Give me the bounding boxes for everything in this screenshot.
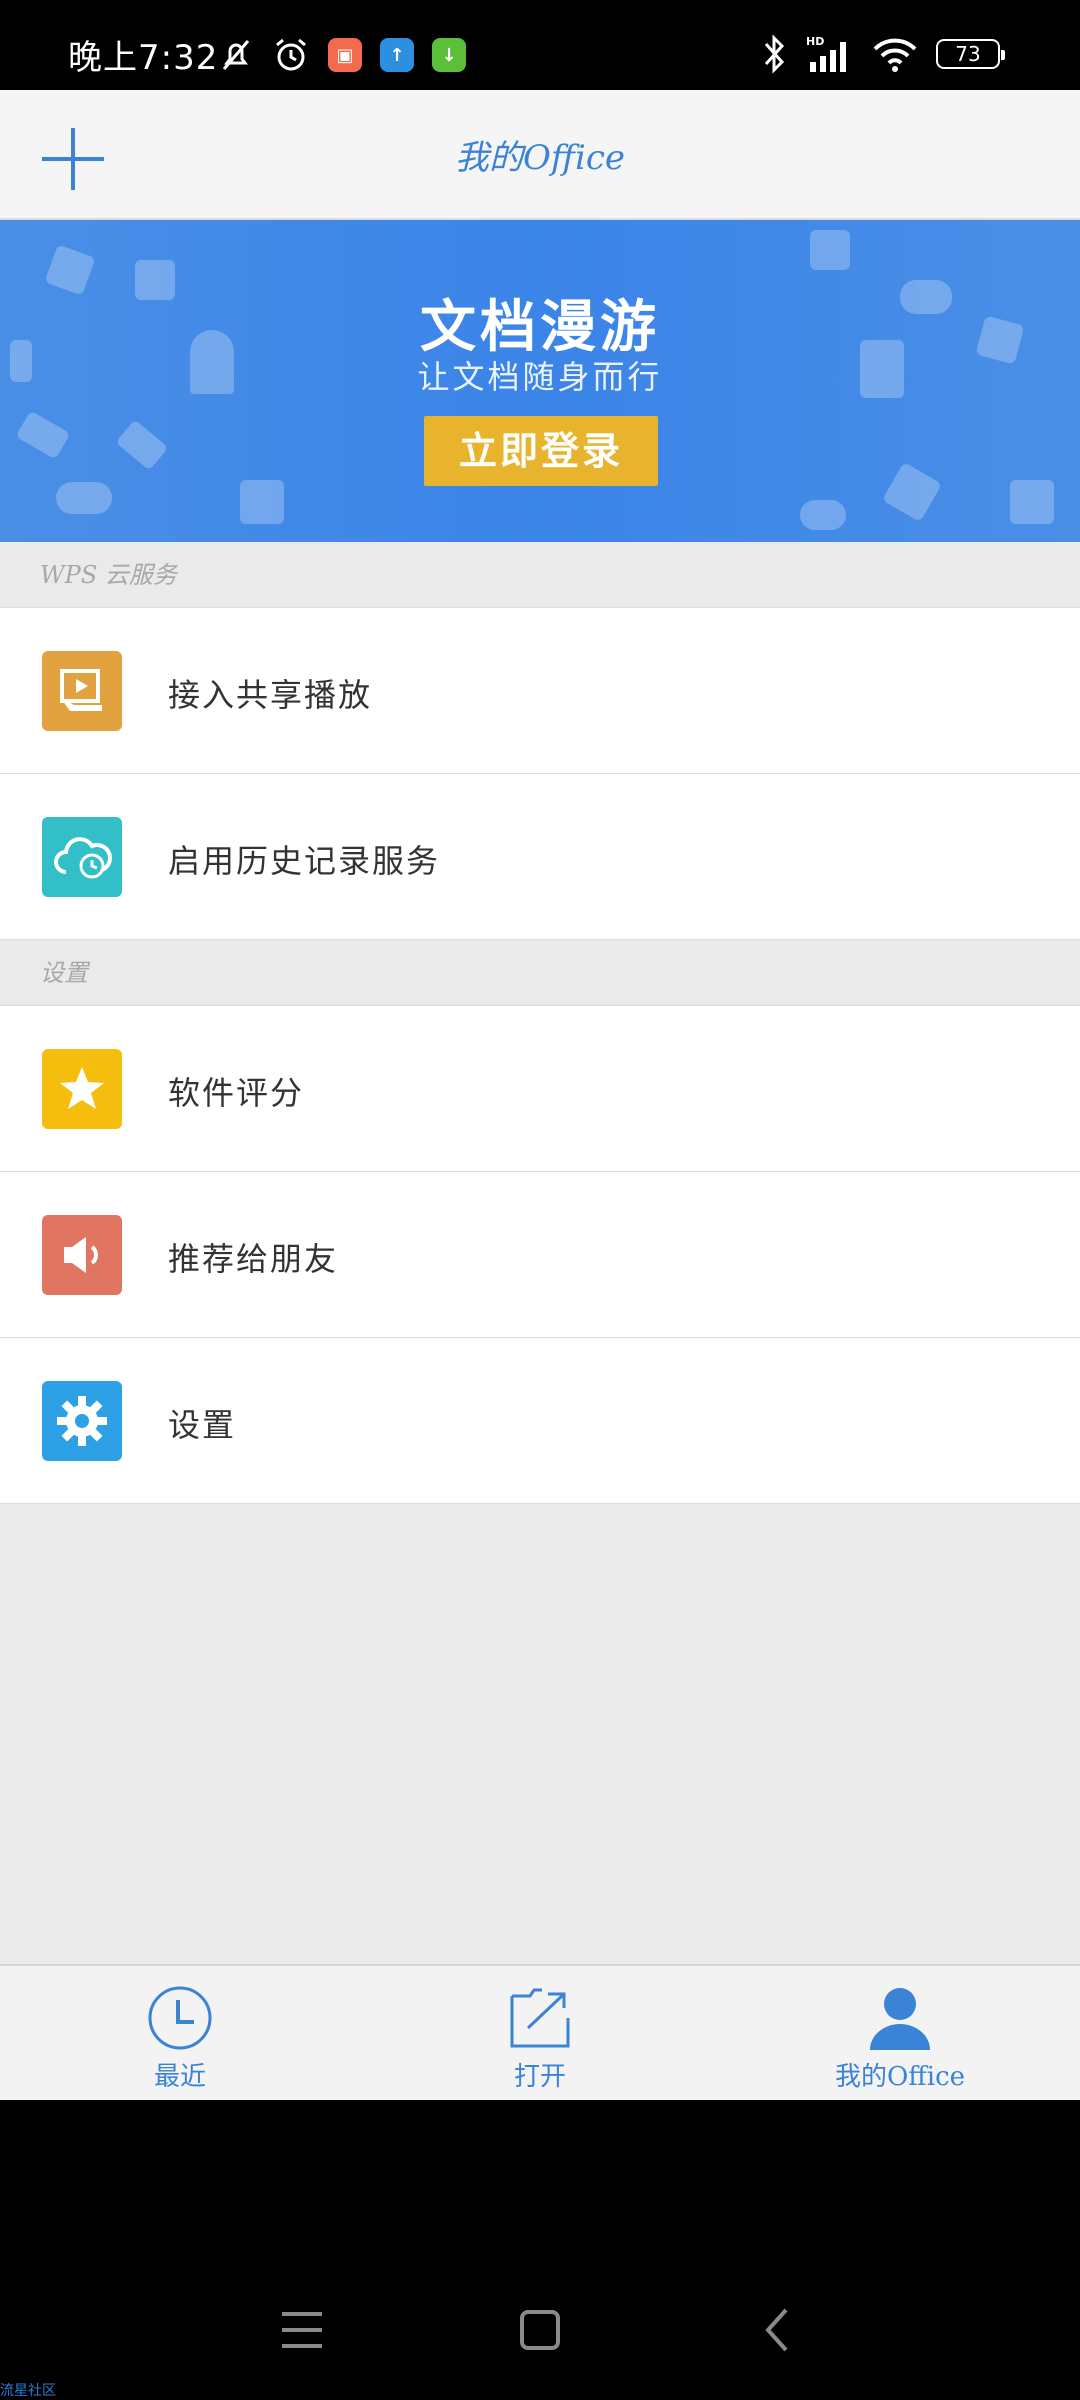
list-item-label: 启用历史记录服务 [168, 842, 441, 880]
bluetooth-icon [764, 34, 785, 74]
battery-indicator: 73 [936, 39, 1005, 69]
alarm-icon [276, 38, 306, 71]
login-button[interactable]: 立即登录 [424, 416, 658, 486]
list-item-share-play[interactable]: 接入共享播放 [0, 608, 1080, 774]
status-notification-icons: ▣ ↑ ↓ [218, 36, 466, 74]
upload-notification-icon: ↑ [380, 38, 414, 72]
banner-title: 文档漫游 [420, 295, 660, 360]
bottom-navigation: 最近 打开 我的Office [0, 1964, 1080, 2100]
banner-decoration-icon [115, 419, 169, 471]
list-item-label: 推荐给朋友 [168, 1240, 339, 1278]
nav-item-recent[interactable]: 最近 [60, 1966, 300, 2102]
banner-decoration-icon [800, 500, 846, 530]
list-item-label: 软件评分 [168, 1074, 305, 1112]
status-system-icons: HD 73 [762, 34, 1005, 74]
banner-decoration-icon [881, 461, 943, 523]
banner-decoration-icon [240, 480, 284, 524]
clock-icon [148, 1986, 212, 2050]
section-header-cloud: WPS 云服务 [0, 542, 1080, 608]
share-play-icon [42, 651, 122, 731]
list-item-rate-app[interactable]: 软件评分 [0, 1006, 1080, 1172]
star-icon [42, 1049, 122, 1129]
section-header-settings: 设置 [0, 940, 1080, 1006]
list-item-recommend[interactable]: 推荐给朋友 [0, 1172, 1080, 1338]
list-item-settings[interactable]: 设置 [0, 1338, 1080, 1504]
status-time: 晚上7:32 [68, 38, 219, 78]
banner-decoration-icon [810, 230, 850, 270]
list-item-history-service[interactable]: 启用历史记录服务 [0, 774, 1080, 940]
top-app-bar: 我的Office [0, 90, 1080, 220]
home-icon[interactable] [510, 2300, 570, 2360]
watermark: 流星社区 [0, 2383, 56, 2399]
open-folder-icon [510, 1988, 570, 2048]
status-bar: 晚上7:32 ▣ ↑ ↓ HD 73 [0, 0, 1080, 90]
menu-icon[interactable] [272, 2300, 332, 2360]
app-notification-icon: ▣ [328, 38, 362, 72]
list-item-label: 设置 [168, 1406, 237, 1444]
speaker-icon [42, 1215, 122, 1295]
svg-text:HD: HD [806, 35, 824, 48]
person-icon [870, 1988, 930, 2050]
cloud-roaming-banner[interactable]: 文档漫游 让文档随身而行 立即登录 [0, 220, 1080, 542]
nav-label: 打开 [513, 2062, 566, 2092]
nav-item-my-office[interactable]: 我的Office [780, 1966, 1020, 2102]
app-screen: 我的Office 文档漫游 让文档随身而行 立即登录 WPS 云服务 接入共享播… [0, 90, 1080, 2100]
system-navigation-bar: 流星社区 [0, 2100, 1080, 2400]
gear-icon [42, 1381, 122, 1461]
nav-item-open[interactable]: 打开 [420, 1966, 660, 2102]
list-item-label: 接入共享播放 [168, 676, 373, 714]
cloud-history-icon [42, 817, 122, 897]
back-icon[interactable] [748, 2300, 808, 2360]
banner-decoration-icon [1010, 480, 1054, 524]
signal-icon: HD [806, 35, 846, 72]
page-title: 我的Office [455, 138, 625, 178]
wifi-icon [873, 38, 917, 72]
download-notification-icon: ↓ [432, 38, 466, 72]
mute-bell-icon [222, 40, 250, 70]
banner-subtitle: 让文档随身而行 [417, 358, 663, 396]
nav-label: 我的Office [834, 2062, 966, 2092]
banner-decoration-icon [56, 482, 112, 514]
nav-label: 最近 [153, 2062, 206, 2092]
banner-decoration-icon [15, 410, 71, 460]
